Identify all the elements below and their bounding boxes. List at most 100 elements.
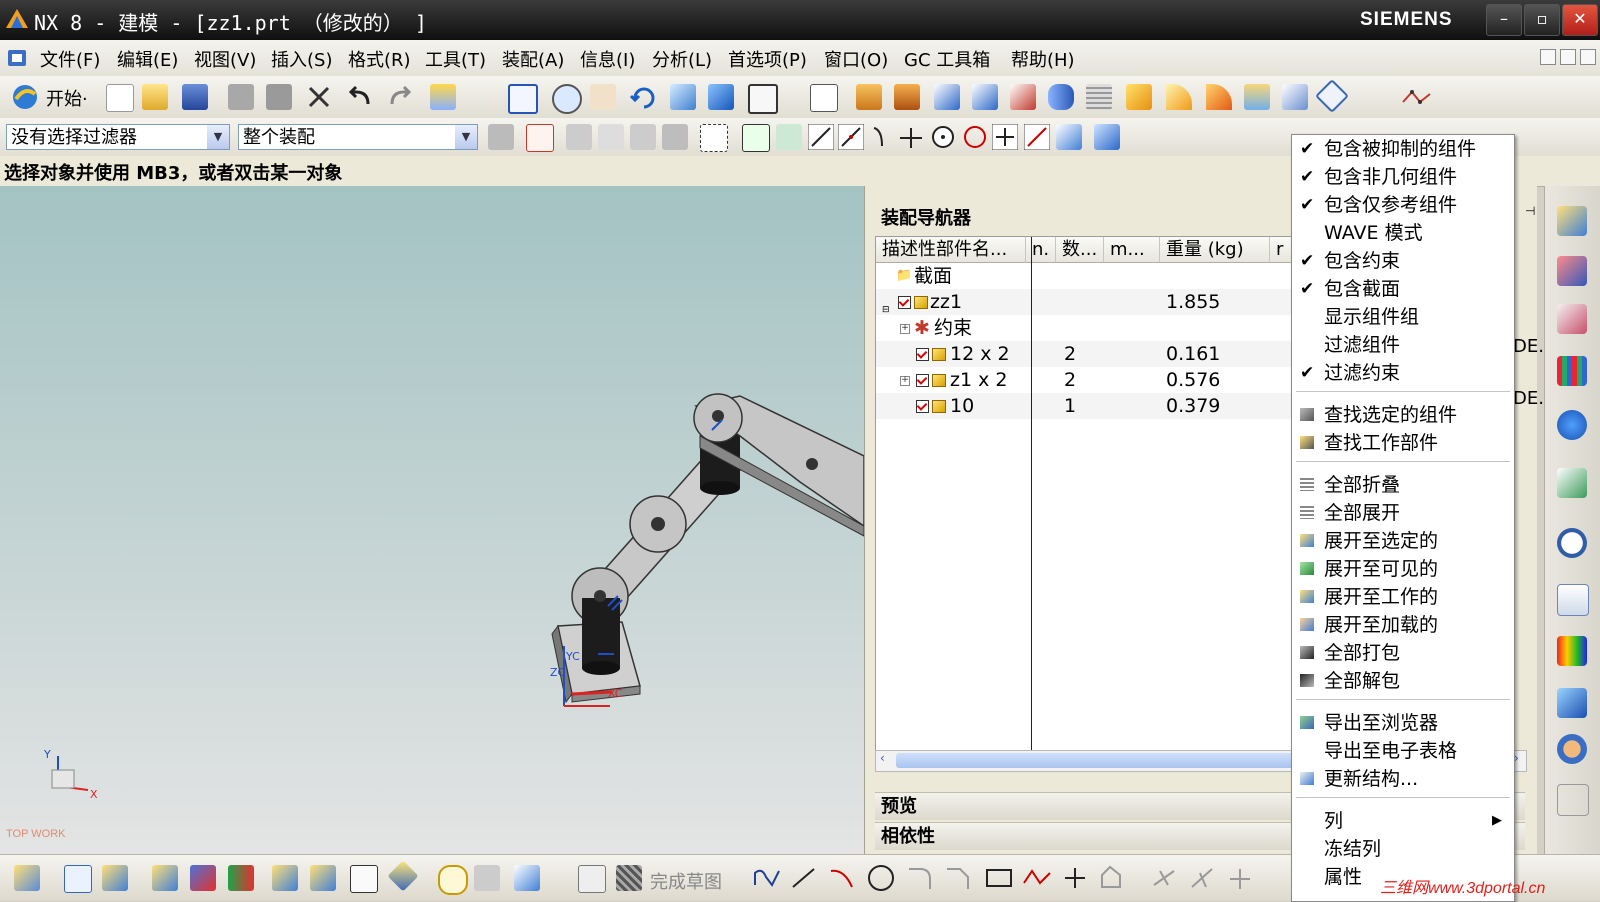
checkbox-icon[interactable] (916, 367, 929, 393)
menu-item-filter-components[interactable]: 过滤组件 (1292, 331, 1514, 359)
menu-item-include-non-geometric[interactable]: ✔ 包含非几何组件 (1292, 163, 1514, 191)
sketch-toolbar-icon[interactable] (578, 865, 606, 893)
thread-icon[interactable] (1086, 84, 1112, 110)
restore-button[interactable]: ▫ (1524, 4, 1560, 36)
doc-restore-button[interactable] (1560, 49, 1576, 65)
point-icon[interactable] (1062, 865, 1088, 891)
quadrant-icon[interactable] (962, 124, 988, 150)
copy-icon[interactable] (228, 84, 254, 110)
rotate-icon[interactable] (630, 84, 658, 110)
scroll-left-icon[interactable]: ‹ (880, 751, 885, 765)
column-header-quantity[interactable]: 数... (1056, 237, 1104, 263)
selection-filter-dropdown[interactable]: 没有选择过滤器 ▼ (6, 124, 230, 150)
expand-toggle-icon[interactable]: + (900, 367, 910, 393)
menu-gc-toolkits[interactable]: GC 工具箱 (904, 46, 990, 72)
checkbox-icon[interactable] (898, 289, 911, 315)
paste-icon[interactable] (266, 84, 292, 110)
minimize-button[interactable]: – (1486, 4, 1522, 36)
checkbox-icon[interactable] (916, 393, 929, 419)
menu-item-expand-to-loaded[interactable]: 展开至加载的 (1292, 611, 1514, 639)
menu-item-unpack-all[interactable]: 全部解包 (1292, 667, 1514, 695)
delete-icon[interactable] (306, 84, 332, 110)
exploded-views-icon[interactable] (272, 865, 298, 891)
menu-item-collapse-all[interactable]: 全部折叠 (1292, 471, 1514, 499)
studio-spline-icon[interactable] (1022, 865, 1052, 891)
shell-icon[interactable] (1244, 84, 1270, 110)
end-point-icon[interactable] (776, 124, 802, 150)
new-component-icon[interactable] (64, 865, 92, 893)
assembly-sequence-icon[interactable] (514, 865, 540, 891)
assembly-navigator-tab-icon[interactable] (1557, 206, 1587, 236)
menu-file[interactable]: 文件(F) (40, 46, 100, 72)
assembly-constraints-icon[interactable] (190, 865, 216, 891)
finish-sketch-button[interactable]: 完成草图 (650, 868, 722, 894)
graphics-window[interactable]: ZC YC XC Y X TOP WORK (0, 186, 864, 854)
menu-item-columns[interactable]: 列 ▶ (1292, 807, 1514, 835)
start-icon[interactable] (10, 82, 40, 112)
edge-blend-icon[interactable] (1126, 84, 1152, 110)
doc-minimize-button[interactable] (1540, 49, 1556, 65)
menu-item-export-spreadsheet[interactable]: 导出至电子表格 (1292, 737, 1514, 765)
sketch-icon[interactable] (810, 84, 838, 112)
line-snap-icon[interactable] (808, 124, 834, 150)
selection-scope-dropdown[interactable]: 整个装配 ▼ (238, 124, 478, 150)
menu-item-include-constraints[interactable]: ✔ 包含约束 (1292, 247, 1514, 275)
face-blend-icon[interactable] (1206, 84, 1232, 110)
cylinder-icon[interactable] (1048, 84, 1074, 110)
body-filter-icon[interactable] (1056, 124, 1082, 150)
fit-view-icon[interactable] (508, 84, 538, 114)
quick-trim-icon[interactable] (1150, 865, 1178, 891)
subtract-icon[interactable] (1010, 84, 1036, 110)
undo-icon[interactable] (346, 84, 374, 110)
menu-edit[interactable]: 编辑(E) (117, 46, 178, 72)
intersection-icon[interactable] (898, 124, 924, 150)
profile-icon[interactable] (752, 865, 782, 891)
new-file-icon[interactable] (106, 84, 134, 112)
menu-item-include-reference-only[interactable]: ✔ 包含仅参考组件 (1292, 191, 1514, 219)
finish-sketch-icon[interactable] (616, 865, 642, 891)
block-icon[interactable] (934, 84, 960, 110)
menu-help[interactable]: 帮助(H) (1011, 46, 1075, 72)
menu-item-expand-to-visible[interactable]: 展开至可见的 (1292, 555, 1514, 583)
menu-analysis[interactable]: 分析(L) (652, 46, 712, 72)
command-finder-icon[interactable] (430, 84, 456, 110)
menu-item-find-selected[interactable]: 查找选定的组件 (1292, 401, 1514, 429)
robot-arm-model[interactable]: ZC YC XC Y X (0, 186, 864, 854)
control-point-icon[interactable] (868, 124, 894, 150)
process-studio-tab-icon[interactable] (1557, 636, 1587, 666)
point-on-face-icon[interactable] (1024, 124, 1050, 150)
make-corner-icon[interactable] (1226, 865, 1254, 891)
column-header-name[interactable]: 描述性部件名... (876, 237, 1026, 263)
hd3d-tools-tab-icon[interactable] (1557, 410, 1587, 440)
chamfer-icon[interactable] (1166, 84, 1192, 110)
web-browser-tab-icon[interactable] (1557, 468, 1587, 498)
sequence-icon[interactable] (310, 865, 336, 891)
menu-item-update-structure[interactable]: 更新结构... (1292, 765, 1514, 793)
start-button[interactable]: 开始· (46, 85, 88, 111)
checkbox-icon[interactable] (916, 341, 929, 367)
weight-management-icon[interactable] (474, 865, 500, 891)
redo-icon[interactable] (386, 84, 414, 110)
menu-preferences[interactable]: 首选项(P) (728, 46, 807, 72)
shaded-edges-icon[interactable] (708, 84, 734, 110)
constraint-navigator-tab-icon[interactable] (1557, 256, 1587, 286)
feature-select-icon[interactable] (662, 124, 688, 150)
system-scenes-tab-icon[interactable] (1557, 784, 1589, 816)
menu-insert[interactable]: 插入(S) (271, 46, 332, 72)
pin-icon[interactable]: ⊣ (1525, 204, 1535, 218)
expand-toggle-icon[interactable]: + (900, 315, 910, 341)
open-folder-icon[interactable] (142, 84, 168, 110)
menu-view[interactable]: 视图(V) (194, 46, 256, 72)
menu-assemblies[interactable]: 装配(A) (502, 46, 564, 72)
menu-window[interactable]: 窗口(O) (824, 46, 888, 72)
menu-item-expand-to-work[interactable]: 展开至工作的 (1292, 583, 1514, 611)
trim-body-icon[interactable] (1282, 84, 1308, 110)
column-header-weight[interactable]: 重量 (kg) (1160, 237, 1270, 263)
solid-filter-icon[interactable] (1094, 124, 1120, 150)
unite-icon[interactable] (972, 84, 998, 110)
part-navigator-tab-icon[interactable] (1557, 304, 1587, 334)
clearance-analysis-icon[interactable] (438, 865, 468, 895)
system-materials-tab-icon[interactable] (1557, 584, 1589, 616)
menu-tools[interactable]: 工具(T) (425, 46, 486, 72)
pan-icon[interactable] (590, 84, 616, 110)
